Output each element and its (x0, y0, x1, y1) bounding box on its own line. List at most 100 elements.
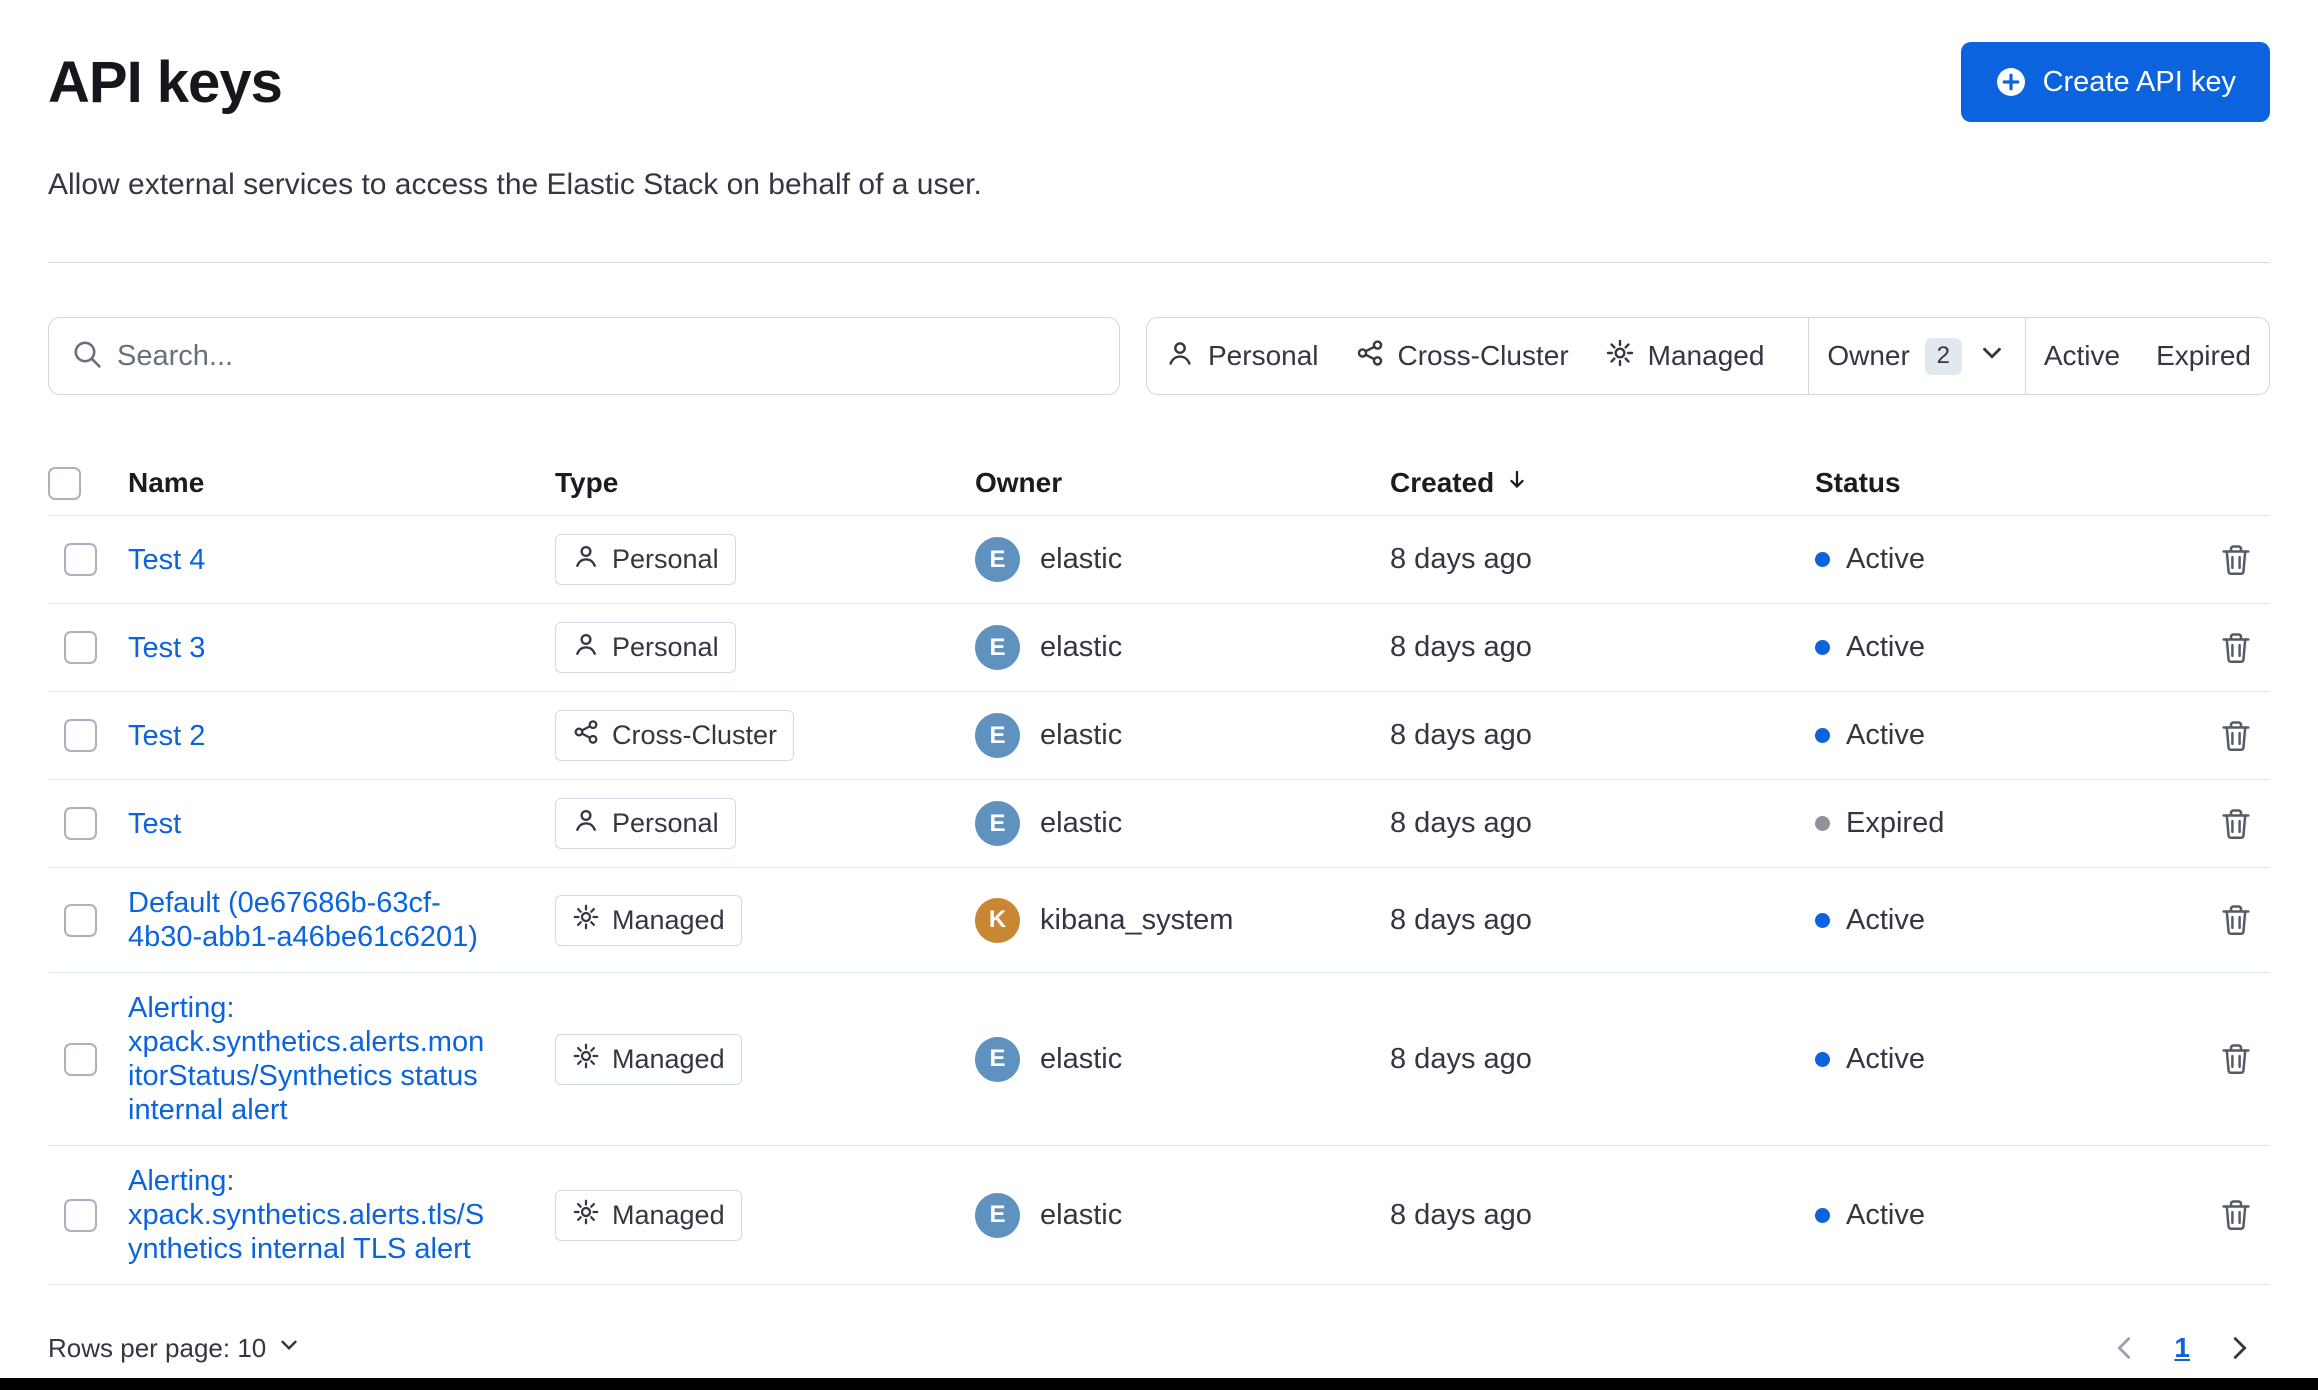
gear-icon (572, 1198, 600, 1233)
type-badge-label: Cross-Cluster (612, 720, 778, 750)
type-badge: Personal (555, 622, 736, 673)
status-label: Expired (1846, 807, 1945, 839)
type-badge: Managed (555, 1033, 742, 1085)
search-box[interactable] (48, 317, 1120, 395)
page-header: API keys Create API key (48, 42, 2270, 122)
created-cell: 8 days ago (1390, 903, 1532, 936)
status-dot (1815, 1207, 1830, 1223)
filter-owner-dropdown[interactable]: Owner 2 (1808, 318, 2026, 394)
delete-button[interactable] (2212, 624, 2260, 672)
status-dot (1815, 912, 1830, 928)
filter-active[interactable]: Active (2025, 318, 2139, 394)
plus-in-circle-icon (1995, 66, 2027, 98)
api-key-name-link[interactable]: Default (0e67686b-63cf-4b30-abb1-a46be61… (128, 886, 488, 954)
delete-button[interactable] (2212, 1035, 2260, 1083)
table-row: Test 3 Personal Eelastic 8 days ago Acti… (48, 604, 2270, 692)
column-header-status[interactable]: Status (1815, 451, 2148, 515)
type-badge: Cross-Cluster (555, 710, 795, 761)
header-divider (48, 262, 2270, 263)
row-checkbox[interactable] (64, 631, 97, 664)
row-checkbox[interactable] (64, 807, 97, 840)
api-keys-table: Name Type Owner Created Status Test 4 Pe… (48, 451, 2270, 1285)
delete-button[interactable] (2212, 896, 2260, 944)
type-badge-label: Managed (612, 904, 725, 935)
type-badge-label: Managed (612, 1199, 725, 1230)
create-api-key-button[interactable]: Create API key (1960, 42, 2270, 122)
filter-managed[interactable]: Managed (1586, 318, 1783, 394)
filter-cross-cluster-label: Cross-Cluster (1397, 340, 1569, 371)
api-key-name-link[interactable]: Alerting: xpack.synthetics.alerts.monito… (128, 991, 488, 1127)
owner-avatar: K (975, 897, 1020, 943)
row-checkbox[interactable] (64, 1042, 97, 1076)
person-icon (572, 542, 600, 577)
created-cell: 8 days ago (1390, 1042, 1532, 1075)
status-dot (1815, 728, 1830, 743)
column-header-owner[interactable]: Owner (975, 451, 1390, 515)
created-cell: 8 days ago (1390, 1198, 1532, 1231)
owner-name: kibana_system (1040, 903, 1234, 936)
search-input[interactable] (117, 339, 1097, 373)
next-page-button[interactable] (2220, 1329, 2258, 1367)
api-key-name-link[interactable]: Test 3 (128, 631, 205, 665)
owner-name: elastic (1040, 807, 1123, 839)
toolbar: Personal Cross-Cluster Managed Owner 2 (48, 317, 2270, 395)
status-label: Active (1846, 1042, 1925, 1075)
search-icon (71, 338, 103, 375)
filter-active-label: Active (2043, 340, 2121, 371)
filter-cross-cluster[interactable]: Cross-Cluster (1336, 318, 1587, 394)
chevron-right-icon (2224, 1333, 2254, 1363)
gear-icon (572, 1042, 600, 1077)
type-badge: Personal (555, 798, 736, 849)
gear-icon (1605, 338, 1635, 375)
row-checkbox[interactable] (64, 543, 97, 576)
column-header-created[interactable]: Created (1390, 451, 1815, 515)
cross-cluster-icon (572, 718, 600, 753)
delete-button[interactable] (2212, 536, 2260, 584)
select-all-checkbox[interactable] (48, 466, 81, 500)
column-header-type[interactable]: Type (555, 451, 975, 515)
table-footer: Rows per page: 10 1 (48, 1329, 2270, 1367)
column-header-name[interactable]: Name (128, 451, 555, 515)
status-label: Active (1846, 543, 1925, 575)
chevron-down-icon (1977, 338, 2007, 375)
status-label: Active (1846, 903, 1925, 936)
rows-per-page-button[interactable]: Rows per page: 10 (48, 1332, 302, 1365)
pagination: 1 (2106, 1329, 2270, 1367)
api-key-name-link[interactable]: Test (128, 807, 181, 841)
filter-personal[interactable]: Personal (1147, 318, 1337, 394)
status-label: Active (1846, 631, 1925, 663)
trash-icon (2218, 542, 2254, 578)
type-badge-label: Personal (612, 544, 719, 574)
created-cell: 8 days ago (1390, 719, 1532, 751)
type-badge: Managed (555, 1189, 742, 1241)
api-key-name-link[interactable]: Test 2 (128, 719, 205, 753)
row-checkbox[interactable] (64, 903, 97, 937)
person-icon (572, 630, 600, 665)
page-number-current[interactable]: 1 (2174, 1332, 2190, 1364)
delete-button[interactable] (2212, 800, 2260, 848)
person-icon (572, 806, 600, 841)
api-key-name-link[interactable]: Test 4 (128, 543, 205, 577)
table-row: Default (0e67686b-63cf-4b30-abb1-a46be61… (48, 868, 2270, 973)
filter-personal-label: Personal (1208, 340, 1319, 371)
delete-button[interactable] (2212, 1191, 2260, 1239)
filter-expired[interactable]: Expired (2138, 318, 2269, 394)
table-header-row: Name Type Owner Created Status (48, 451, 2270, 516)
created-cell: 8 days ago (1390, 807, 1532, 839)
delete-button[interactable] (2212, 712, 2260, 760)
table-row: Test Personal Eelastic 8 days ago Expire… (48, 780, 2270, 868)
type-badge-label: Personal (612, 632, 719, 662)
trash-icon (2218, 1041, 2254, 1077)
row-checkbox[interactable] (64, 719, 97, 752)
type-badge: Managed (555, 894, 742, 946)
api-keys-page: API keys Create API key Allow external s… (0, 0, 2318, 1390)
chevron-left-icon (2110, 1333, 2140, 1363)
row-checkbox[interactable] (64, 1198, 97, 1232)
table-row: Alerting: xpack.synthetics.alerts.tls/Sy… (48, 1146, 2270, 1285)
status-dot (1815, 816, 1830, 831)
owner-avatar: E (975, 537, 1020, 582)
page-title: API keys (48, 49, 283, 115)
create-api-key-label: Create API key (2042, 65, 2236, 98)
api-key-name-link[interactable]: Alerting: xpack.synthetics.alerts.tls/Sy… (128, 1164, 488, 1266)
previous-page-button[interactable] (2106, 1329, 2144, 1367)
